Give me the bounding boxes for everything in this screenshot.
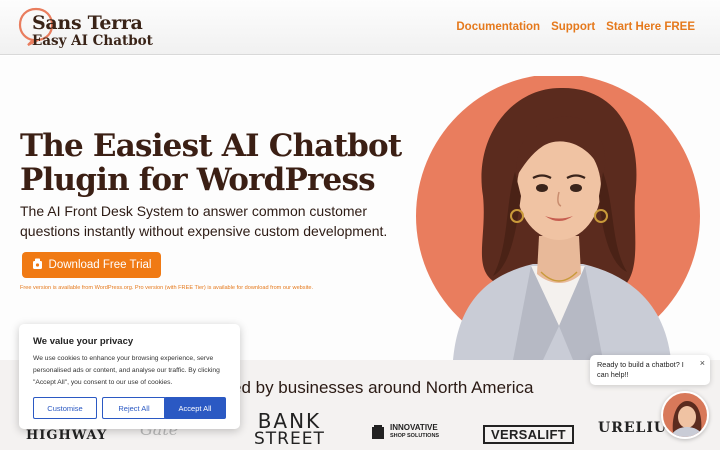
logo-innovative: INNOVATIVE SHOP SOLUTIONS bbox=[370, 424, 439, 440]
logo-text-primary: Sans Terra bbox=[32, 12, 143, 34]
accept-all-button[interactable]: Accept All bbox=[164, 397, 226, 419]
trusted-heading: ed by businesses around North America bbox=[232, 378, 534, 397]
chat-greeting-text: Ready to build a chatbot? I can help!! bbox=[597, 360, 684, 379]
download-trial-label: Download Free Trial bbox=[48, 259, 152, 271]
hero-portrait-illustration bbox=[416, 76, 700, 360]
customise-button[interactable]: Customise bbox=[33, 397, 97, 419]
chat-greeting-bubble[interactable]: Ready to build a chatbot? I can help!! × bbox=[590, 355, 710, 385]
hero-title-line1: The Easiest AI Chatbot bbox=[20, 128, 402, 164]
hero-section: The Easiest AI Chatbot Plugin for WordPr… bbox=[0, 56, 720, 360]
nav-support[interactable]: Support bbox=[551, 21, 595, 33]
building-icon bbox=[372, 425, 384, 439]
main-nav: Documentation Support Start Here FREE bbox=[456, 21, 695, 33]
reject-all-button[interactable]: Reject All bbox=[102, 397, 166, 419]
logo-highway: HIGHWAY bbox=[26, 428, 108, 443]
hero-subtitle: The AI Front Desk System to answer commo… bbox=[20, 203, 388, 239]
logo-street-text: STREET bbox=[254, 429, 325, 449]
logo-bank-street: BANK STREET bbox=[254, 411, 325, 449]
chat-avatar-icon[interactable] bbox=[661, 391, 709, 439]
hero-title: The Easiest AI Chatbot Plugin for WordPr… bbox=[20, 129, 410, 197]
download-trial-button[interactable]: Download Free Trial bbox=[22, 252, 161, 278]
logo-shop-solutions-text: SHOP SOLUTIONS bbox=[390, 433, 440, 439]
logo-versalift: VERSALIFT bbox=[483, 425, 574, 444]
nav-documentation[interactable]: Documentation bbox=[456, 21, 540, 33]
close-icon[interactable]: × bbox=[700, 358, 705, 368]
download-icon bbox=[32, 258, 43, 273]
version-note: Free version is available from WordPress… bbox=[20, 285, 314, 291]
cookie-text: We use cookies to enhance your browsing … bbox=[33, 355, 220, 387]
cookie-title: We value your privacy bbox=[33, 336, 134, 347]
cookie-consent-modal: We value your privacy We use cookies to … bbox=[19, 324, 240, 429]
logo[interactable]: Sans Terra Easy AI Chatbot bbox=[18, 6, 153, 52]
logo-innovative-text: INNOVATIVE bbox=[390, 423, 438, 432]
hero-title-line2: Plugin for WordPress bbox=[20, 162, 376, 198]
nav-start-here[interactable]: Start Here FREE bbox=[606, 21, 695, 33]
site-header: Sans Terra Easy AI Chatbot Documentation… bbox=[0, 0, 720, 55]
logo-text-secondary: Easy AI Chatbot bbox=[32, 33, 153, 49]
